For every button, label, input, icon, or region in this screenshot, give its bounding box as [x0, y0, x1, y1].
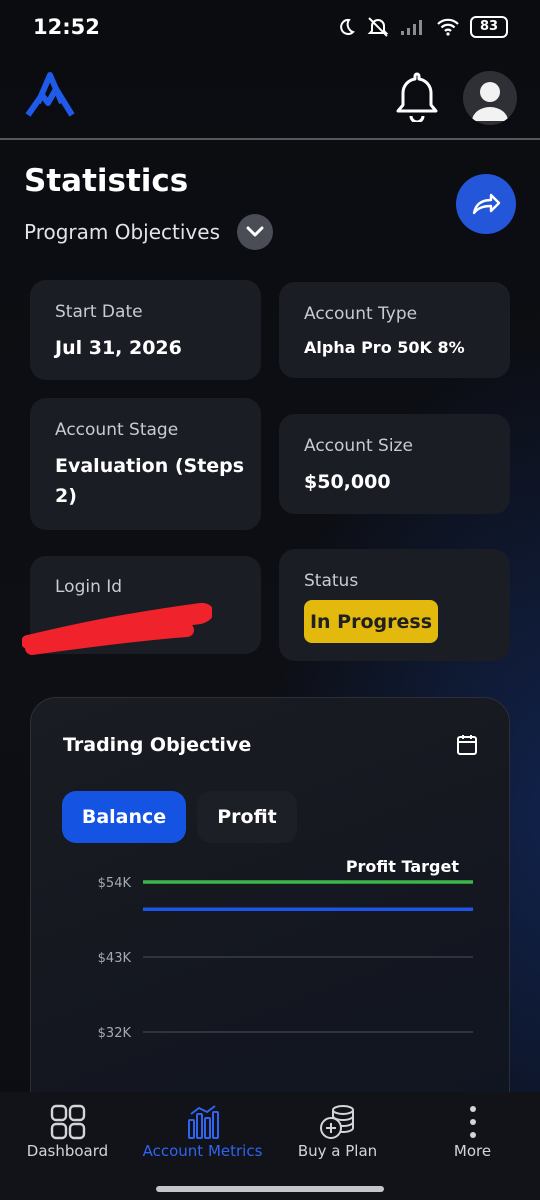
status-time: 12:52 [33, 15, 100, 39]
app-screen: 12:52 83 Statistics Program Objectives S… [0, 0, 540, 1200]
account-stage-value: Evaluation (Steps 2) [55, 455, 245, 507]
account-size-card: Account Size $50,000 [279, 414, 510, 514]
signal-icon [401, 20, 422, 35]
nav-label-more: More [453, 1142, 492, 1160]
chart-annotation-profit-target: Profit Target [346, 857, 460, 876]
nav-label-account-metrics: Account Metrics [142, 1142, 263, 1160]
header-divider [0, 138, 540, 140]
share-arrow-icon [472, 193, 501, 215]
status-icons: 83 [336, 16, 508, 38]
chart-y-tick-label: $54K [98, 876, 132, 891]
chart-y-tick-label: $32K [98, 1026, 132, 1041]
account-type-label: Account Type [304, 304, 418, 324]
brand-logo-icon[interactable] [24, 69, 76, 121]
nav-item-buy-a-plan[interactable]: Buy a Plan [270, 1092, 405, 1182]
status-bar: 12:52 83 [0, 0, 540, 58]
start-date-value: Jul 31, 2026 [55, 337, 182, 359]
start-date-card: Start Date Jul 31, 2026 [30, 280, 261, 380]
chart-y-tick-label: $43K [98, 951, 132, 966]
login-id-label: Login Id [55, 577, 123, 597]
account-size-value: $50,000 [304, 471, 391, 493]
mute-bell-icon [367, 17, 389, 37]
share-button[interactable] [456, 174, 516, 234]
bar-chart-icon [187, 1105, 219, 1139]
battery-indicator: 83 [470, 16, 508, 38]
moon-icon [340, 18, 355, 35]
chevron-down-icon [246, 226, 264, 237]
account-stage-card: Account Stage Evaluation (Steps 2) [30, 398, 261, 530]
more-dots-icon [469, 1106, 476, 1138]
program-objectives-label[interactable]: Program Objectives [24, 220, 220, 244]
balance-chart: $54K $43K $32K Profit Target [98, 857, 473, 1041]
status-label: Status [304, 571, 359, 591]
account-stage-label: Account Stage [55, 420, 179, 440]
user-avatar-icon[interactable] [463, 71, 517, 125]
start-date-label: Start Date [55, 302, 143, 322]
app-header [0, 58, 540, 140]
account-size-label: Account Size [304, 436, 413, 456]
nav-label-buy-a-plan: Buy a Plan [297, 1142, 378, 1160]
status-badge: In Progress [304, 600, 438, 643]
tab-profit[interactable]: Profit [197, 791, 297, 843]
page-title: Statistics [24, 163, 189, 199]
redaction-scribble [22, 602, 212, 655]
coins-add-icon [319, 1105, 354, 1139]
calendar-icon[interactable] [455, 733, 479, 757]
tab-balance[interactable]: Balance [62, 791, 186, 843]
trading-objective-card: Trading Objective Balance Profit $54K $43… [30, 697, 510, 1117]
status-card: Status In Progress [279, 549, 510, 661]
program-objectives-dropdown-button[interactable] [237, 214, 273, 250]
nav-item-dashboard[interactable]: Dashboard [0, 1092, 135, 1182]
dashboard-grid-icon [50, 1104, 85, 1140]
nav-item-more[interactable]: More [405, 1092, 540, 1182]
nav-item-account-metrics[interactable]: Account Metrics [135, 1092, 270, 1182]
trading-objective-title: Trading Objective [63, 734, 252, 756]
account-type-value: Alpha Pro 50K 8% [304, 338, 465, 357]
home-indicator [156, 1186, 384, 1192]
bottom-navigation: Dashboard Account Metrics Buy a Plan Mor… [0, 1092, 540, 1200]
nav-label-dashboard: Dashboard [26, 1142, 109, 1160]
account-type-card: Account Type Alpha Pro 50K 8% [279, 282, 510, 378]
wifi-icon [437, 18, 459, 36]
bell-icon[interactable] [394, 70, 440, 122]
